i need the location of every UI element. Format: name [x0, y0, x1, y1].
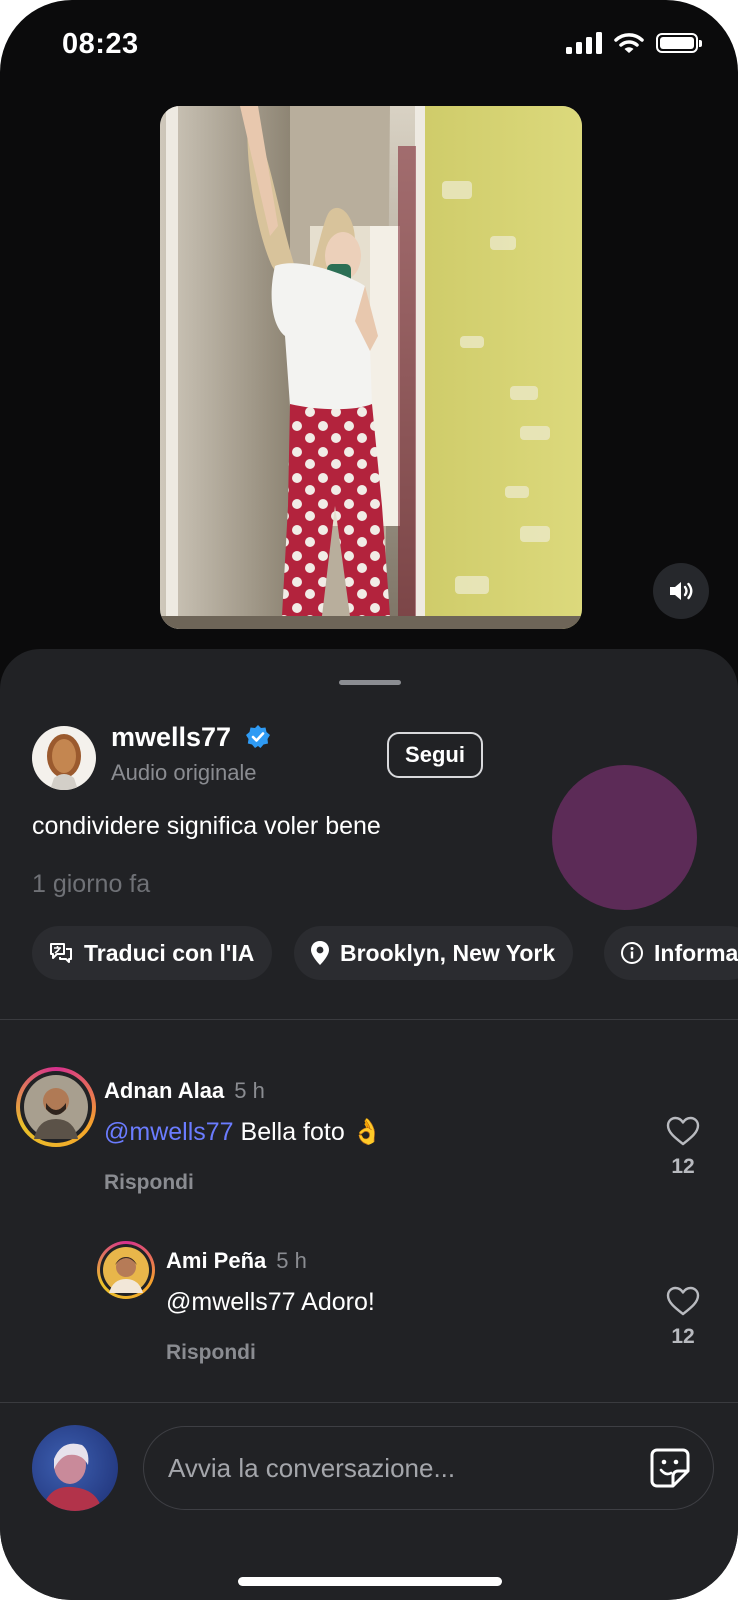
reply-author-row[interactable]: Ami Peña 5 h: [166, 1248, 307, 1274]
comment-author-row[interactable]: Adnan Alaa 5 h: [104, 1078, 265, 1104]
post-caption: condividere significa voler bene: [32, 812, 381, 840]
home-indicator[interactable]: [238, 1577, 502, 1586]
translate-icon: [50, 943, 72, 963]
reply-text: @mwells77 Adoro!: [166, 1288, 375, 1316]
author-avatar[interactable]: [32, 726, 96, 790]
translate-chip[interactable]: Traduci con l'IA: [32, 926, 273, 980]
mirror-selfie-image: [160, 106, 582, 629]
my-avatar[interactable]: [32, 1425, 118, 1511]
cellular-signal-icon: [566, 32, 602, 54]
comment-text: @mwells77 Bella foto 👌: [104, 1118, 383, 1147]
phone-screen: 08:23 mwells77 Audio originale Segui con…: [0, 0, 738, 1600]
section-divider: [0, 1019, 738, 1020]
author-avatar-image: [47, 734, 81, 790]
location-chip-label: Brooklyn, New York: [340, 939, 556, 966]
composer-divider: [0, 1402, 738, 1403]
status-icons: [566, 32, 702, 54]
comment-mention[interactable]: @mwells77: [104, 1118, 234, 1146]
author-username-row[interactable]: mwells77: [111, 722, 271, 753]
translate-chip-label: Traduci con l'IA: [84, 939, 255, 966]
status-time: 08:23: [62, 28, 139, 60]
post-time: 1 giorno fa: [32, 870, 151, 898]
touch-indicator: [552, 765, 697, 910]
verified-badge-icon: [245, 725, 270, 748]
author-username[interactable]: mwells77: [111, 722, 231, 752]
battery-icon: [656, 33, 702, 53]
info-chip[interactable]: Informa: [604, 926, 738, 980]
info-chip-label: Informa: [654, 939, 738, 966]
comment-body: Bella foto 👌: [233, 1118, 383, 1146]
my-avatar-image: [42, 1443, 102, 1511]
reply-button[interactable]: Rispondi: [104, 1171, 194, 1195]
info-icon: [621, 942, 643, 964]
sticker-icon[interactable]: [649, 1447, 691, 1489]
wifi-icon: [614, 33, 644, 53]
post-photo[interactable]: [160, 106, 582, 629]
comment-time: 5 h: [234, 1078, 265, 1103]
like-button-2[interactable]: 12: [659, 1286, 707, 1349]
location-chip[interactable]: Brooklyn, New York: [294, 926, 574, 980]
reply-avatar-ring[interactable]: [97, 1241, 155, 1299]
follow-button[interactable]: Segui: [387, 732, 483, 778]
comment-avatar-ring[interactable]: [16, 1067, 96, 1147]
speaker-icon: [670, 582, 693, 600]
commenter-avatar: [24, 1075, 88, 1139]
reply-button-2[interactable]: Rispondi: [166, 1341, 256, 1365]
comment-input-placeholder: Avvia la conversazione...: [168, 1453, 456, 1483]
reply-commenter-avatar: [103, 1247, 149, 1293]
comment-input[interactable]: Avvia la conversazione...: [143, 1426, 714, 1510]
audio-label[interactable]: Audio originale: [111, 760, 257, 786]
like-count-2: 12: [671, 1325, 695, 1348]
like-button[interactable]: 12: [659, 1116, 707, 1179]
heart-icon: [666, 1286, 700, 1316]
like-count: 12: [671, 1155, 695, 1178]
reply-author[interactable]: Ami Peña: [166, 1248, 266, 1273]
audio-toggle-button[interactable]: [653, 563, 709, 619]
sheet-grabber[interactable]: [339, 680, 401, 685]
comment-author[interactable]: Adnan Alaa: [104, 1078, 224, 1103]
heart-icon: [666, 1116, 700, 1146]
reply-time: 5 h: [276, 1248, 307, 1273]
location-pin-icon: [311, 941, 329, 965]
